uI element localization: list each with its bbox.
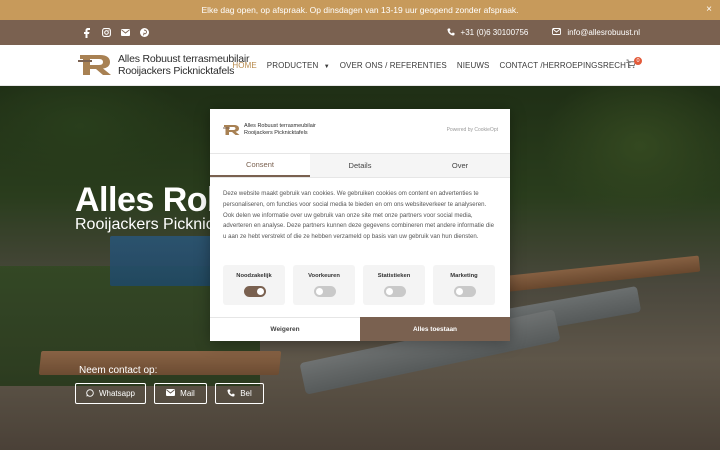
- mail-button[interactable]: Mail: [154, 383, 207, 404]
- tab-details[interactable]: Details: [310, 154, 410, 177]
- toggle-label: Voorkeuren: [308, 273, 340, 279]
- cookie-tabs: Consent Details Over: [210, 153, 510, 178]
- main-nav: HOME PRODUCTEN ▼ OVER ONS / REFERENTIES …: [227, 45, 636, 86]
- nav-over-ons[interactable]: OVER ONS / REFERENTIES: [335, 61, 452, 70]
- whatsapp-label: Whatsapp: [98, 389, 136, 398]
- pinterest-icon[interactable]: [139, 28, 149, 38]
- whatsapp-icon: [86, 388, 94, 399]
- toggle-switch-noodzakelijk[interactable]: [244, 286, 266, 297]
- logo-icon: [223, 124, 240, 135]
- announcement-text: Elke dag open, op afspraak. Op dinsdagen…: [201, 5, 519, 15]
- toggle-card-marketing: Marketing: [433, 265, 495, 305]
- chevron-down-icon: ▼: [323, 64, 330, 70]
- accept-all-button[interactable]: Alles toestaan: [360, 317, 510, 341]
- cookie-description: Deze website maakt gebruik van cookies. …: [223, 190, 494, 241]
- nav-producten[interactable]: PRODUCTEN ▼: [262, 61, 335, 70]
- whatsapp-button[interactable]: Whatsapp: [75, 383, 146, 404]
- tab-over[interactable]: Over: [410, 154, 510, 177]
- hero-title: Alles Rob: [75, 181, 228, 219]
- phone-number[interactable]: +31 (0)6 30100756: [461, 28, 529, 37]
- email-address[interactable]: info@allesrobuust.nl: [567, 28, 640, 37]
- cart-count-badge: 0: [634, 57, 642, 65]
- envelope-icon: [166, 389, 176, 398]
- site-logo[interactable]: Alles Robuust terrasmeubilair Rooijacker…: [78, 53, 250, 77]
- refuse-button[interactable]: Weigeren: [210, 317, 360, 341]
- cookie-dialog-logo: Alles Robuust terrasmeubilair Rooijacker…: [223, 123, 316, 136]
- envelope-icon: [552, 28, 562, 37]
- hero-contact-buttons: Whatsapp Mail Bel: [75, 383, 264, 404]
- facebook-icon[interactable]: [82, 27, 92, 38]
- cookie-consent-dialog: Alles Robuust terrasmeubilair Rooijacker…: [210, 109, 510, 341]
- powered-by-link[interactable]: Powered by CookieOpt: [447, 127, 498, 133]
- nav-producten-label: PRODUCTEN: [266, 61, 319, 70]
- call-button[interactable]: Bel: [215, 383, 264, 404]
- tab-consent[interactable]: Consent: [210, 154, 310, 177]
- logo-icon: [78, 55, 111, 75]
- phone-icon: [447, 28, 455, 38]
- cookie-logo-line-2: Rooijackers Picknicktafels: [244, 129, 308, 136]
- toggle-label: Statistieken: [377, 273, 411, 279]
- cookie-category-toggles: Noodzakelijk Voorkeuren Statistieken Mar…: [223, 265, 498, 305]
- announcement-bar: Elke dag open, op afspraak. Op dinsdagen…: [0, 0, 720, 20]
- toggle-card-voorkeuren: Voorkeuren: [293, 265, 355, 305]
- nav-nieuws[interactable]: NIEUWS: [452, 61, 495, 70]
- nav-home[interactable]: HOME: [227, 61, 261, 70]
- close-icon[interactable]: ×: [706, 3, 712, 17]
- cookie-dialog-header: Alles Robuust terrasmeubilair Rooijacker…: [210, 109, 510, 153]
- toggle-card-noodzakelijk: Noodzakelijk: [223, 265, 285, 305]
- toggle-switch-voorkeuren[interactable]: [314, 286, 336, 297]
- cookie-actions: Weigeren Alles toestaan: [210, 317, 510, 341]
- mail-label: Mail: [180, 389, 195, 398]
- social-links: [82, 20, 149, 45]
- toggle-switch-marketing[interactable]: [454, 286, 476, 297]
- nav-contact[interactable]: CONTACT /HERROEPINGSRECHT: [494, 61, 636, 70]
- envelope-icon[interactable]: [120, 28, 130, 38]
- contact-bar: +31 (0)6 30100756 info@allesrobuust.nl: [0, 20, 720, 45]
- site-header: Alles Robuust terrasmeubilair Rooijacker…: [0, 45, 720, 86]
- instagram-icon[interactable]: [101, 28, 111, 38]
- call-label: Bel: [240, 389, 252, 398]
- contact-label: Neem contact op:: [79, 365, 158, 376]
- cookie-logo-line-1: Alles Robuust terrasmeubilair: [244, 123, 316, 129]
- toggle-card-statistieken: Statistieken: [363, 265, 425, 305]
- toggle-label: Marketing: [450, 273, 478, 279]
- phone-icon: [227, 389, 235, 399]
- contact-details: +31 (0)6 30100756 info@allesrobuust.nl: [429, 20, 640, 45]
- hero-subtitle: Rooijackers Picknic: [75, 216, 214, 233]
- toggle-switch-statistieken[interactable]: [384, 286, 406, 297]
- cookie-logo-text: Alles Robuust terrasmeubilair Rooijacker…: [244, 123, 316, 136]
- toggle-label: Noodzakelijk: [236, 273, 272, 279]
